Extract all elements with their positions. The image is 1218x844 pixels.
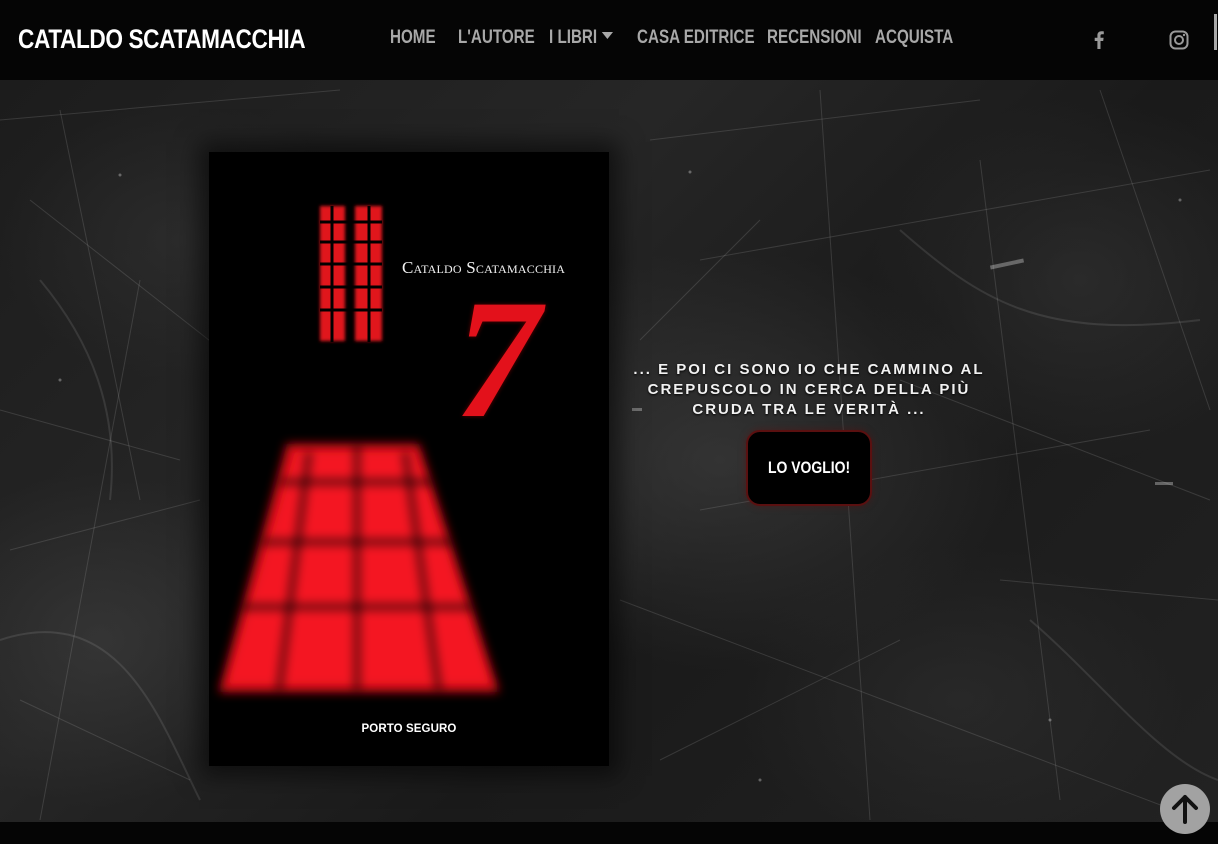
site-header: CATALDO SCATAMACCHIA HOME L'AUTORE I LIB… — [0, 0, 1218, 80]
hero-tagline: ... E POI CI SONO IO CHE CAMMINO AL CREP… — [633, 361, 985, 418]
cover-publisher: PORTO SEGURO — [361, 723, 457, 735]
nav-item-home[interactable]: HOME — [390, 27, 436, 49]
facebook-icon[interactable] — [1087, 28, 1111, 52]
scroll-to-top-button[interactable] — [1160, 784, 1210, 834]
nav-item-libri-label: I LIBRI — [549, 27, 598, 48]
nav-item-recensioni[interactable]: RECENSIONI — [767, 27, 862, 49]
nav-item-acquista[interactable]: ACQUISTA — [875, 27, 953, 49]
book-cover[interactable]: Cataldo Scatamacchia 7 PORTO SEGURO — [209, 152, 609, 766]
scratched-texture-background — [0, 89, 1218, 821]
nav-item-casa-editrice[interactable]: CASA EDITRICE — [637, 27, 755, 49]
nav-item-libri[interactable]: I LIBRI — [549, 27, 614, 49]
hero-section: Cataldo Scatamacchia 7 PORTO SEGURO ... … — [0, 80, 1218, 822]
cover-window-light-illustration — [219, 206, 499, 693]
cover-title: 7 — [455, 265, 540, 453]
window-edge — [1214, 0, 1218, 80]
footer-bar — [0, 822, 1218, 844]
buy-button-label: LO VOGLIO! — [767, 458, 851, 477]
arrow-up-icon — [1172, 795, 1198, 824]
chevron-down-icon — [601, 32, 614, 39]
instagram-icon[interactable] — [1167, 28, 1191, 52]
nav-item-autore[interactable]: L'AUTORE — [458, 27, 535, 49]
buy-button[interactable]: LO VOGLIO! — [746, 430, 872, 506]
site-logo-text[interactable]: CATALDO SCATAMACCHIA — [18, 24, 306, 55]
